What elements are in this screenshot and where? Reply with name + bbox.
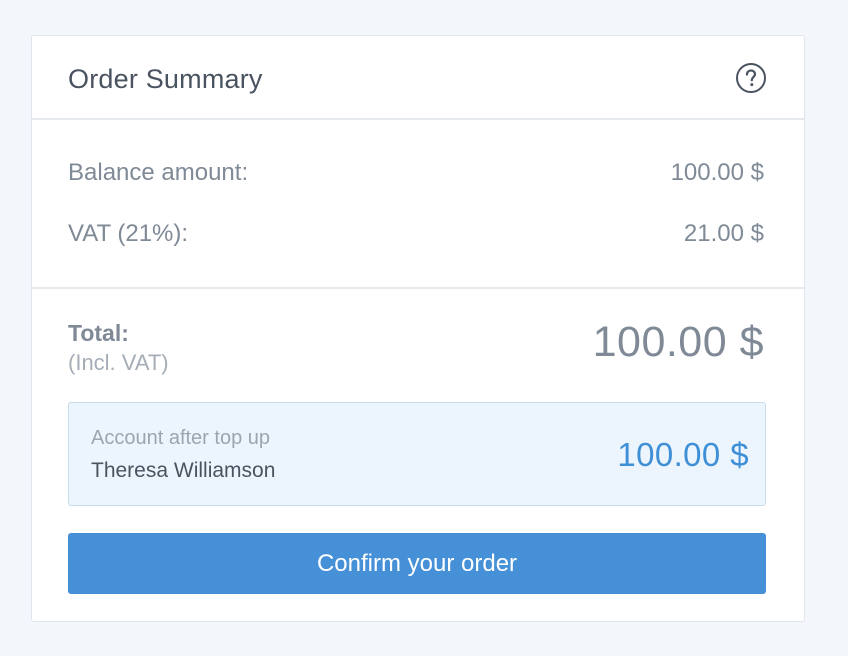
account-name: Theresa Williamson bbox=[91, 459, 276, 482]
account-label: Account after top up bbox=[91, 427, 271, 449]
question-circle-icon[interactable] bbox=[735, 62, 767, 94]
balance-label: Balance amount: bbox=[68, 159, 249, 186]
total-amount: 100.00 $ bbox=[592, 318, 764, 366]
account-after-topup-box: Account after top up Theresa Williamson … bbox=[68, 402, 766, 506]
card-header: Order Summary bbox=[32, 36, 804, 120]
line-item-vat: VAT (21%): 21.00 $ bbox=[68, 220, 764, 248]
line-item-balance: Balance amount: 100.00 $ bbox=[68, 159, 764, 187]
balance-value: 100.00 $ bbox=[670, 159, 764, 186]
order-summary-card: Order Summary Balance amount: 100.00 $ V… bbox=[31, 35, 805, 622]
line-items bbox=[32, 120, 804, 289]
page-title: Order Summary bbox=[68, 64, 263, 94]
total-section: Total: (Incl. VAT) 100.00 $ bbox=[68, 318, 764, 376]
account-amount: 100.00 $ bbox=[617, 436, 749, 473]
vat-value: 21.00 $ bbox=[683, 220, 764, 247]
confirm-order-button[interactable]: Confirm your order bbox=[68, 533, 766, 594]
vat-label: VAT (21%): bbox=[68, 220, 189, 247]
